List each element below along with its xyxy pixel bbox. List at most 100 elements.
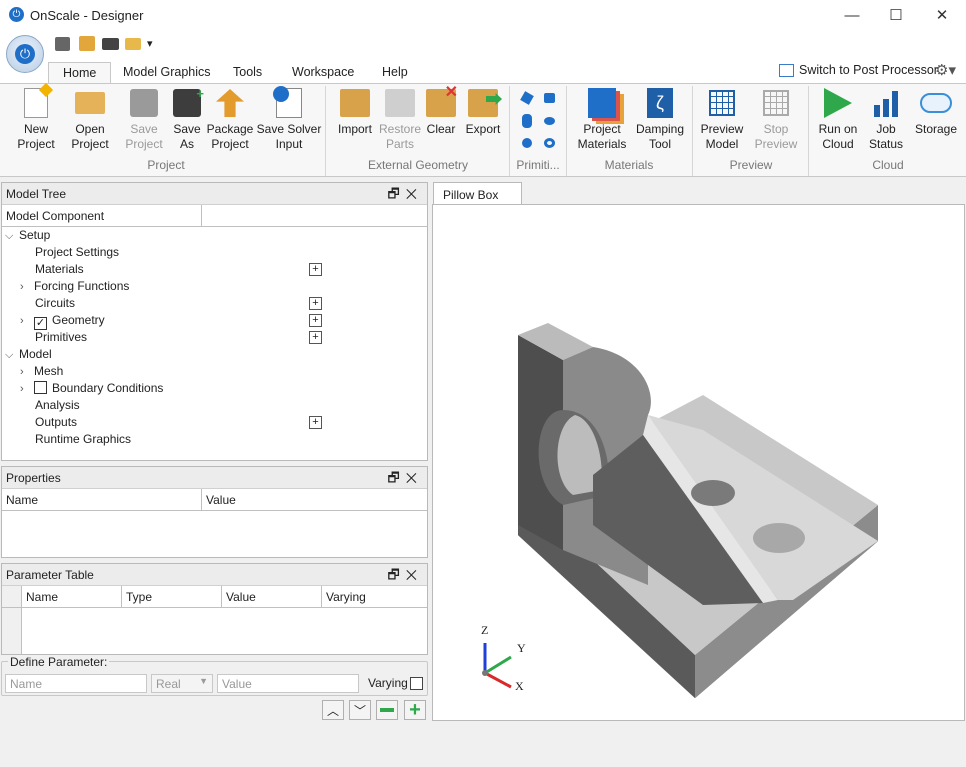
expand-chevron-icon[interactable]: ⌵ (5, 347, 19, 364)
model-tree-column-header: Model Component (2, 205, 427, 227)
application-menu-button[interactable]: ⏻ (6, 35, 44, 73)
save-as-button[interactable]: + Save As (170, 86, 204, 152)
quick-save-icon[interactable] (55, 37, 70, 51)
add-materials-button[interactable]: + (309, 263, 322, 276)
add-circuits-button[interactable]: + (309, 297, 322, 310)
new-document-icon (19, 82, 54, 120)
open-project-button[interactable]: Open Project (68, 86, 112, 152)
tree-item-project-settings[interactable]: Project Settings (35, 244, 119, 261)
expand-chevron-icon[interactable]: ⌵ (5, 228, 19, 245)
tab-tools[interactable]: Tools (219, 62, 276, 83)
tree-item-circuits[interactable]: Circuits (35, 295, 75, 312)
clear-button[interactable]: ✕ Clear (424, 85, 458, 137)
materials-books-icon (585, 86, 619, 120)
tab-pillow-box[interactable]: Pillow Box ☒ (433, 182, 522, 216)
export-button[interactable]: Export (462, 86, 504, 137)
primitive-wedge-icon[interactable] (544, 93, 555, 103)
quick-upload-icon[interactable] (79, 36, 95, 51)
switch-post-processor-button[interactable]: Switch to Post Processor (779, 63, 938, 77)
tree-item-geometry[interactable]: › ✓ Geometry (20, 312, 105, 330)
preview-model-button[interactable]: Preview Model (698, 86, 746, 152)
add-geometry-button[interactable]: + (309, 314, 322, 327)
collapse-chevron-icon[interactable]: › (20, 313, 34, 330)
properties-title: Properties (6, 471, 61, 485)
tree-item-outputs[interactable]: Outputs (35, 414, 77, 431)
new-project-button[interactable]: New Project (14, 82, 58, 152)
properties-header: Properties 🗗✕ (2, 467, 427, 489)
minus-icon (380, 708, 394, 712)
post-processor-label: Switch to Post Processor (799, 63, 938, 77)
axis-x-label: X (515, 679, 524, 693)
move-up-button[interactable]: ︿ (322, 700, 344, 720)
param-varying-column[interactable]: Varying (322, 586, 427, 607)
primitive-torus-icon[interactable] (544, 138, 555, 148)
primitive-cylinder-icon[interactable] (522, 114, 532, 128)
add-outputs-button[interactable]: + (309, 416, 322, 429)
maximize-button[interactable]: ☐ (873, 0, 919, 30)
tree-item-boundary-conditions[interactable]: › Boundary Conditions (20, 380, 163, 397)
model-component-column[interactable]: Model Component (2, 205, 202, 226)
collapse-chevron-icon[interactable]: › (20, 279, 34, 296)
param-value-column[interactable]: Value (222, 586, 322, 607)
tab-model-graphics[interactable]: Model Graphics (109, 62, 225, 83)
save-solver-input-button[interactable]: Save Solver Input (256, 86, 322, 152)
save-project-button[interactable]: Save Project (122, 86, 166, 152)
primitive-sphere-icon[interactable] (522, 138, 532, 148)
tab-home[interactable]: Home (48, 62, 112, 84)
tree-item-primitives[interactable]: Primitives (35, 329, 87, 346)
param-name-column[interactable]: Name (22, 586, 122, 607)
settings-gear-icon[interactable]: ⚙▾ (935, 61, 956, 79)
properties-value-column[interactable]: Value (202, 489, 427, 510)
panel-controls[interactable]: 🗗✕ (388, 469, 423, 491)
collapse-chevron-icon[interactable]: › (20, 364, 34, 381)
primitive-disk-icon[interactable] (544, 117, 555, 125)
package-project-button[interactable]: Package Project (206, 86, 254, 152)
job-status-button[interactable]: Job Status (866, 86, 906, 152)
properties-name-column[interactable]: Name (2, 489, 202, 510)
collapse-chevron-icon[interactable]: › (20, 381, 34, 398)
3d-viewport[interactable]: Z Y X (432, 204, 965, 721)
ribbon-separator (325, 86, 326, 176)
tree-item-forcing-functions[interactable]: › Forcing Functions (20, 278, 129, 295)
storage-button[interactable]: Storage (912, 86, 960, 137)
add-parameter-button[interactable]: + (404, 700, 426, 720)
panel-controls[interactable]: 🗗✕ (388, 566, 423, 588)
quick-print-icon[interactable] (102, 38, 119, 50)
project-materials-button[interactable]: Project Materials (576, 86, 628, 152)
boundary-conditions-checkbox[interactable] (34, 381, 47, 394)
tree-item-model[interactable]: ⌵ Model (5, 346, 52, 363)
damping-tool-button[interactable]: ζ Damping Tool (632, 86, 688, 152)
parameter-name-input[interactable]: Name (5, 674, 147, 693)
tab-workspace[interactable]: Workspace (278, 62, 368, 83)
tree-label: Mesh (34, 364, 64, 378)
tree-item-setup[interactable]: ⌵ Setup (5, 227, 50, 244)
tab-help[interactable]: Help (368, 62, 422, 83)
add-primitives-button[interactable]: + (309, 331, 322, 344)
move-down-button[interactable]: ﹀ (349, 700, 371, 720)
param-type-column[interactable]: Type (122, 586, 222, 607)
preview-model-label: Preview Model (700, 122, 744, 151)
tree-item-runtime-graphics[interactable]: Runtime Graphics (35, 431, 131, 448)
varying-checkbox[interactable] (410, 677, 423, 690)
restore-parts-button[interactable]: Restore Parts (378, 86, 422, 152)
run-on-cloud-button[interactable]: Run on Cloud (815, 86, 861, 152)
close-button[interactable]: ✕ (919, 0, 965, 30)
new-project-label: New Project (17, 122, 55, 151)
properties-column-header: Name Value (2, 489, 427, 511)
parameter-value-input[interactable]: Value (217, 674, 359, 693)
group-label-materials: Materials (604, 158, 654, 172)
import-button[interactable]: Import (334, 86, 376, 137)
panel-controls[interactable]: 🗗✕ (388, 185, 423, 207)
minimize-button[interactable]: — (829, 0, 875, 30)
quick-open-folder-icon[interactable] (125, 38, 141, 50)
remove-parameter-button[interactable] (376, 700, 398, 720)
solver-input-icon (272, 86, 306, 120)
stop-preview-button[interactable]: Stop Preview (752, 86, 800, 152)
tree-item-analysis[interactable]: Analysis (35, 397, 80, 414)
group-label-cloud: Cloud (872, 158, 904, 172)
tree-item-mesh[interactable]: › Mesh (20, 363, 63, 380)
save-solver-input-label: Save Solver Input (256, 122, 322, 151)
tree-item-materials[interactable]: Materials (35, 261, 84, 278)
quick-access-dropdown[interactable]: ▾ (147, 37, 153, 50)
parameter-type-select[interactable]: Real ▼ (151, 674, 213, 693)
